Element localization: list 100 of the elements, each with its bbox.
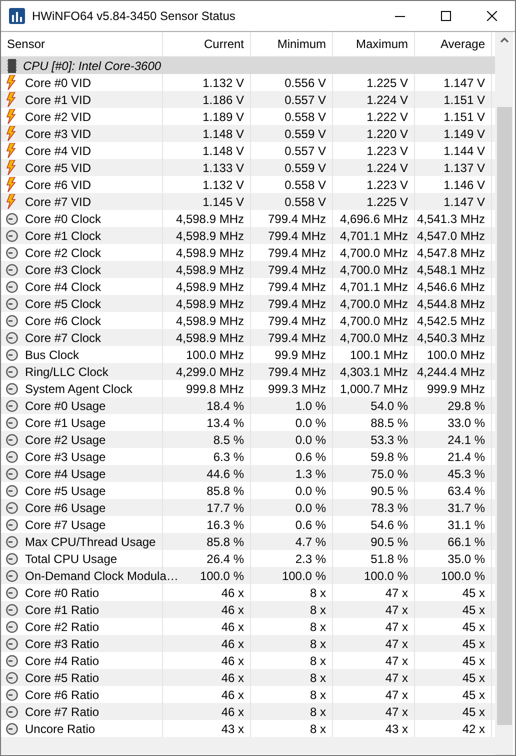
sensor-name[interactable]: Core #2 Clock	[25, 244, 102, 262]
sensor-name[interactable]: Core #2 Usage	[25, 430, 106, 448]
sensor-name[interactable]: Total CPU Usage	[25, 550, 118, 568]
lightning-icon	[6, 126, 16, 141]
gauge-icon	[6, 416, 18, 428]
sensor-name[interactable]: Core #3 Ratio	[25, 634, 100, 652]
gauge-icon	[6, 604, 18, 616]
value-cell-text: 1.186 V	[202, 92, 244, 108]
sensor-name[interactable]: On-Demand Clock Modula…	[25, 566, 178, 584]
value-cell-text: 4,700.0 MHz	[340, 296, 408, 312]
gauge-icon	[6, 570, 18, 582]
sensor-name[interactable]: System Agent Clock	[25, 380, 132, 398]
column-header[interactable]: Sensor	[1, 32, 163, 56]
value-cell-text: 0.0 %	[295, 500, 326, 516]
sensor-name[interactable]: Ring/LLC Clock	[25, 362, 108, 380]
sensor-name[interactable]: Core #1 Usage	[25, 414, 106, 432]
sensor-name[interactable]: Max CPU/Thread Usage	[25, 532, 156, 550]
gauge-icon	[6, 366, 18, 378]
sensor-name[interactable]: Core #5 VID	[25, 158, 92, 176]
sensor-name[interactable]: Core #5 Clock	[25, 294, 102, 312]
value-cell-text: 66.1 %	[448, 534, 485, 550]
value-cell-text: 1.147 V	[444, 74, 485, 92]
value-cell-text: 4,598.9 MHz	[176, 244, 244, 262]
value-cell-text: 100.0 %	[282, 568, 326, 584]
window-title: HWiNFO64 v5.84-3450 Sensor Status	[32, 8, 236, 25]
sensor-name[interactable]: Core #2 Ratio	[25, 618, 100, 636]
column-header[interactable]: Current	[163, 32, 251, 56]
sensor-name[interactable]: Core #6 Usage	[25, 498, 106, 516]
value-cell-text: 1.224 V	[366, 160, 408, 176]
value-cell-text: 45 x	[462, 670, 485, 686]
value-cell-text: 0.559 V	[284, 160, 326, 176]
sensor-name[interactable]: Uncore Ratio	[25, 720, 96, 738]
value-cell-text: 1.0 %	[295, 398, 326, 414]
value-cell-text: 46 x	[221, 652, 244, 670]
sensor-name[interactable]: Core #4 Ratio	[25, 652, 100, 670]
sensor-name[interactable]: Core #1 Ratio	[25, 600, 100, 618]
value-cell-text: 8 x	[310, 618, 326, 636]
gauge-icon	[6, 450, 18, 462]
value-cell-text: 999.9 MHz	[426, 380, 485, 398]
sensor-name[interactable]: Core #7 Usage	[25, 516, 106, 534]
sensor-name[interactable]: Core #2 VID	[25, 108, 92, 126]
value-cell-text: 799.4 MHz	[268, 244, 326, 262]
sensor-name[interactable]: Bus Clock	[25, 346, 80, 364]
scroll-up-icon[interactable]	[500, 37, 508, 43]
column-header[interactable]: Minimum	[251, 32, 333, 56]
sensor-name[interactable]: Core #0 Clock	[25, 210, 102, 228]
value-cell-text: 46 x	[221, 704, 244, 720]
sensor-name[interactable]: Core #6 Clock	[25, 312, 102, 330]
value-cell-text: 4,700.0 MHz	[340, 312, 408, 330]
sensor-name[interactable]: Core #7 VID	[25, 192, 92, 210]
value-cell-text: 99.9 MHz	[274, 346, 326, 364]
value-cell-text: 31.1 %	[448, 516, 485, 534]
value-cell-text: 799.4 MHz	[268, 262, 326, 278]
sensor-name[interactable]: Core #6 VID	[25, 176, 92, 194]
value-cell-text: 4,598.9 MHz	[176, 330, 244, 346]
sensor-name[interactable]: Core #4 Clock	[25, 278, 102, 296]
value-cell-text: 1.147 V	[444, 194, 485, 210]
value-cell-text: 45 x	[462, 584, 485, 602]
sensor-name[interactable]: Core #0 Usage	[25, 396, 106, 414]
value-cell-text: 799.4 MHz	[268, 330, 326, 346]
sensor-name[interactable]: Core #1 Clock	[25, 226, 102, 244]
value-cell-text: 47 x	[385, 636, 408, 652]
value-cell-text: 51.8 %	[370, 550, 408, 568]
column-header[interactable]: Maximum	[333, 32, 415, 56]
value-cell-text: 1.132 V	[202, 74, 244, 92]
sensor-name[interactable]: Core #3 Clock	[25, 260, 102, 278]
gauge-icon	[6, 638, 18, 650]
column-header[interactable]: Average	[415, 32, 492, 56]
scrollbar[interactable]	[495, 32, 513, 755]
value-cell-text: 4,701.1 MHz	[340, 228, 408, 244]
sensor-name[interactable]: Core #5 Ratio	[25, 668, 100, 686]
value-cell-text: 42 x	[462, 720, 485, 738]
sensor-name[interactable]: Core #3 VID	[25, 124, 92, 142]
sensor-name[interactable]: Core #1 VID	[25, 90, 92, 108]
sensor-name[interactable]: Core #7 Clock	[25, 328, 102, 346]
scroll-thumb[interactable]	[496, 107, 512, 725]
sensor-name[interactable]: Core #0 Ratio	[25, 584, 100, 602]
sensor-name[interactable]: Core #4 VID	[25, 142, 92, 160]
value-cell-text: 100.1 MHz	[350, 346, 408, 364]
value-cell-text: 1.144 V	[444, 142, 485, 160]
value-cell-text: 4,303.1 MHz	[340, 364, 408, 380]
gauge-icon	[6, 314, 18, 326]
value-cell-text: 33.0 %	[448, 414, 485, 432]
value-cell-text: 4,700.0 MHz	[340, 330, 408, 346]
value-cell-text: 1.133 V	[202, 160, 244, 176]
sensor-name[interactable]: Core #4 Usage	[25, 464, 106, 482]
sensor-name[interactable]: Core #5 Usage	[25, 482, 106, 500]
sensor-name[interactable]: Core #3 Usage	[25, 448, 106, 466]
value-cell-text: 45 x	[462, 704, 485, 720]
value-cell-text: 799.4 MHz	[268, 210, 326, 228]
sensor-name[interactable]: Core #0 VID	[25, 74, 92, 92]
sensor-name[interactable]: Core #6 Ratio	[25, 686, 100, 704]
value-cell-text: 45.3 %	[448, 466, 485, 482]
value-cell-text: 4,701.1 MHz	[340, 278, 408, 296]
value-cell-text: 8 x	[310, 636, 326, 652]
value-cell-text: 4,700.0 MHz	[340, 262, 408, 278]
value-cell-text: 0.0 %	[295, 482, 326, 500]
gauge-icon	[6, 484, 18, 496]
sensor-name[interactable]: Core #7 Ratio	[25, 702, 100, 720]
value-cell-text: 8 x	[310, 704, 326, 720]
